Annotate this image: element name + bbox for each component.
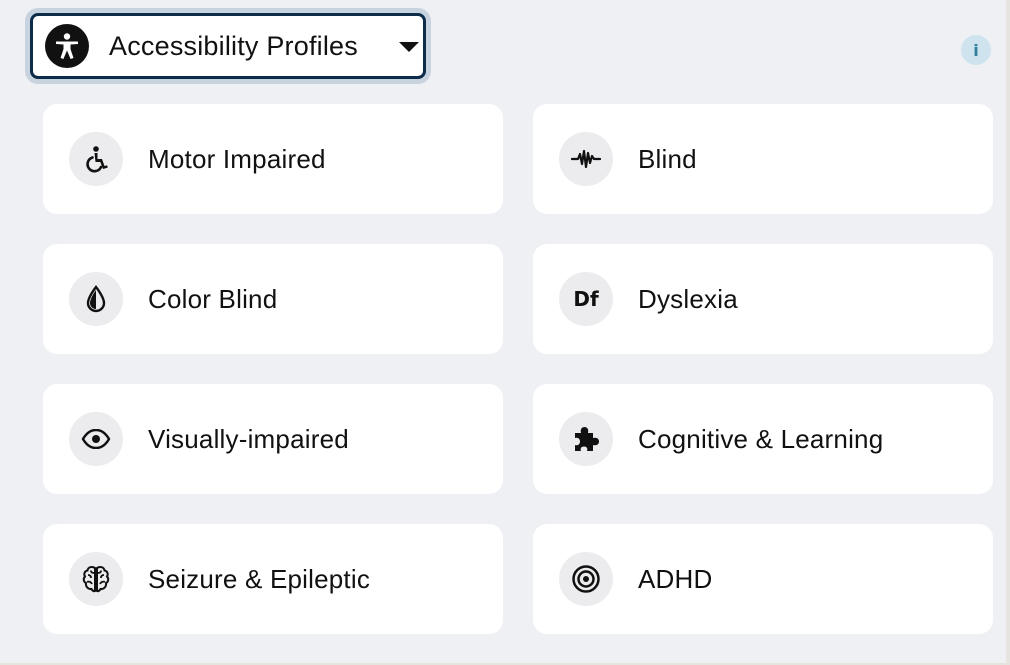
- profile-label: ADHD: [638, 563, 713, 594]
- accessibility-person-icon: [45, 24, 89, 68]
- target-icon: [559, 552, 613, 606]
- widget-panel: Accessibility Profiles i Motor Impaired: [0, 0, 1010, 665]
- wheelchair-icon: [69, 132, 123, 186]
- profile-label: Visually-impaired: [148, 423, 349, 454]
- profile-label: Blind: [638, 143, 697, 174]
- droplet-icon: [69, 272, 123, 326]
- profile-label: Seizure & Epileptic: [148, 563, 371, 594]
- profile-label: Dyslexia: [638, 283, 738, 314]
- profile-card-color-blind[interactable]: Color Blind: [43, 244, 503, 354]
- profiles-grid: Motor Impaired Blind Color Blind Df Dysl…: [43, 104, 993, 634]
- profile-card-blind[interactable]: Blind: [533, 104, 993, 214]
- info-icon: i: [973, 40, 979, 60]
- profile-card-motor-impaired[interactable]: Motor Impaired: [43, 104, 503, 214]
- df-font-icon: Df: [559, 272, 613, 326]
- info-button[interactable]: i: [961, 35, 991, 65]
- eye-icon: [69, 412, 123, 466]
- accessibility-profiles-dropdown[interactable]: Accessibility Profiles: [30, 13, 426, 79]
- profile-label: Cognitive & Learning: [638, 423, 884, 454]
- brain-icon: [69, 552, 123, 606]
- profile-card-adhd[interactable]: ADHD: [533, 524, 993, 634]
- dropdown-label: Accessibility Profiles: [109, 30, 358, 61]
- profile-card-seizure-epileptic[interactable]: Seizure & Epileptic: [43, 524, 503, 634]
- puzzle-icon: [559, 412, 613, 466]
- profile-label: Color Blind: [148, 283, 278, 314]
- profile-card-cognitive-learning[interactable]: Cognitive & Learning: [533, 384, 993, 494]
- caret-down-icon: [399, 42, 419, 52]
- profile-card-visually-impaired[interactable]: Visually-impaired: [43, 384, 503, 494]
- audio-wave-icon: [559, 132, 613, 186]
- profile-label: Motor Impaired: [148, 143, 326, 174]
- profile-card-dyslexia[interactable]: Df Dyslexia: [533, 244, 993, 354]
